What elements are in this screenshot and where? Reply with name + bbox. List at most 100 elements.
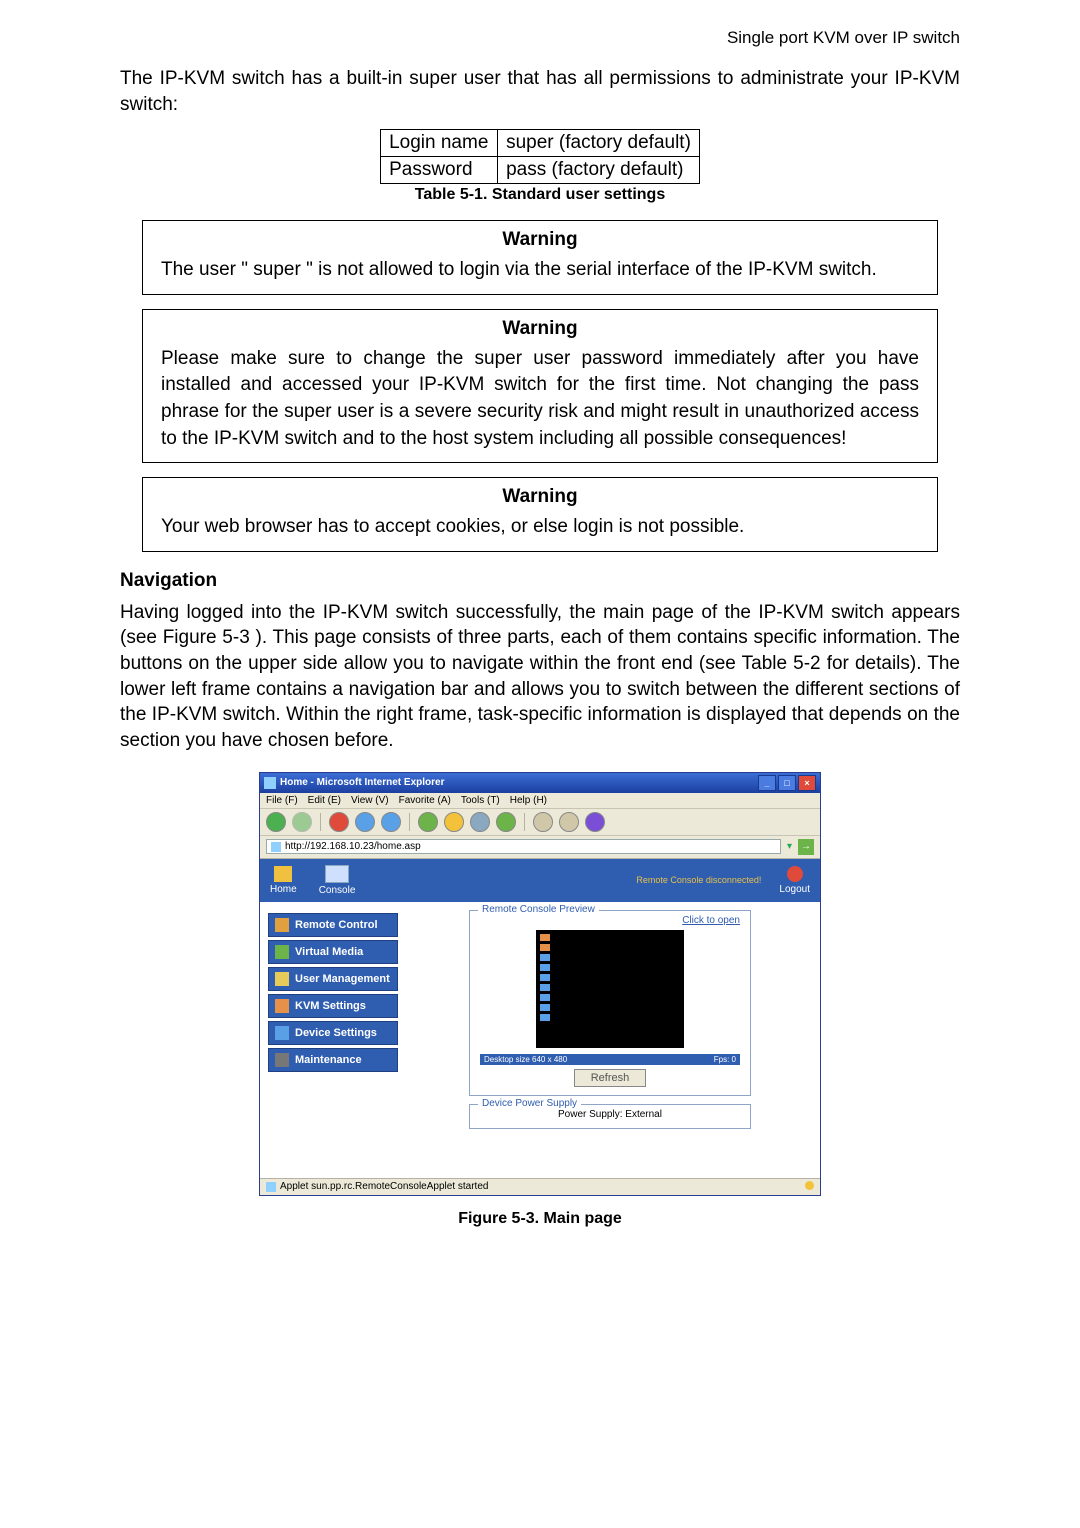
- ie-addressbar: http://192.168.10.23/home.asp ▾ →: [260, 836, 820, 859]
- sidebar-item-kvm-settings[interactable]: KVM Settings: [268, 994, 398, 1018]
- navigation-heading: Navigation: [120, 570, 960, 592]
- ie-titlebar: Home - Microsoft Internet Explorer _ □ ×: [260, 773, 820, 793]
- panel-title: Remote Console Preview: [478, 904, 599, 915]
- topbar-home-label: Home: [270, 884, 297, 895]
- panel-title: Device Power Supply: [478, 1098, 581, 1109]
- sidebar-item-virtual-media[interactable]: Virtual Media: [268, 940, 398, 964]
- sidebar-item-remote-control[interactable]: Remote Control: [268, 913, 398, 937]
- warning-box-1: Warning The user " super " is not allowe…: [142, 220, 938, 295]
- figure-caption: Figure 5-3. Main page: [120, 1210, 960, 1228]
- sidebar-item-label: Device Settings: [295, 1027, 377, 1039]
- warning-body: The user " super " is not allowed to log…: [161, 257, 919, 284]
- internet-zone-icon: [805, 1181, 814, 1190]
- print-icon[interactable]: [533, 812, 553, 832]
- home-icon: [274, 866, 292, 882]
- close-button[interactable]: ×: [798, 775, 816, 791]
- warning-title: Warning: [161, 486, 919, 508]
- console-icon: [325, 865, 349, 883]
- device-icon: [275, 1026, 289, 1040]
- intro-paragraph: The IP-KVM switch has a built-in super u…: [120, 66, 960, 117]
- console-preview[interactable]: [536, 930, 684, 1048]
- topbar-home[interactable]: Home: [270, 866, 297, 895]
- mail-icon[interactable]: [559, 812, 579, 832]
- menu-favorite[interactable]: Favorite (A): [399, 795, 451, 806]
- sidebar-item-label: Maintenance: [295, 1054, 362, 1066]
- sidebar-item-maintenance[interactable]: Maintenance: [268, 1048, 398, 1072]
- applet-icon: [266, 1182, 276, 1192]
- app-topbar: Home Console Remote Console disconnected…: [260, 859, 820, 902]
- history-icon[interactable]: [470, 812, 490, 832]
- preview-fps-text: Fps: 0: [714, 1055, 736, 1064]
- statusbar-text: Applet sun.pp.rc.RemoteConsoleApplet sta…: [280, 1181, 488, 1192]
- page-header: Single port KVM over IP switch: [120, 28, 960, 48]
- credential-key: Login name: [381, 130, 498, 157]
- maximize-button[interactable]: □: [778, 775, 796, 791]
- credential-key: Password: [381, 157, 498, 184]
- menu-edit[interactable]: Edit (E): [308, 795, 341, 806]
- wrench-icon: [275, 1053, 289, 1067]
- navigation-paragraph: Having logged into the IP-KVM switch suc…: [120, 600, 960, 754]
- window-title: Home - Microsoft Internet Explorer: [280, 777, 444, 788]
- device-power-supply-panel: Device Power Supply Power Supply: Extern…: [469, 1104, 751, 1129]
- warning-title: Warning: [161, 318, 919, 340]
- sidebar-item-device-settings[interactable]: Device Settings: [268, 1021, 398, 1045]
- separator-icon: [524, 813, 525, 831]
- credential-value: super (factory default): [498, 130, 700, 157]
- users-icon: [275, 972, 289, 986]
- remote-console-status: Remote Console disconnected!: [636, 875, 761, 885]
- sidebar: Remote Control Virtual Media User Manage…: [268, 910, 398, 1170]
- menu-file[interactable]: File (F): [266, 795, 298, 806]
- stop-icon[interactable]: [329, 812, 349, 832]
- table-row: Login name super (factory default): [381, 130, 700, 157]
- menu-help[interactable]: Help (H): [510, 795, 547, 806]
- table-row: Password pass (factory default): [381, 157, 700, 184]
- home-icon[interactable]: [381, 812, 401, 832]
- table-caption: Table 5-1. Standard user settings: [120, 186, 960, 204]
- logout-icon: [787, 866, 803, 882]
- minimize-button[interactable]: _: [758, 775, 776, 791]
- menu-tools[interactable]: Tools (T): [461, 795, 500, 806]
- remote-console-preview-panel: Remote Console Preview Click to open Des…: [469, 910, 751, 1096]
- media-icon: [275, 945, 289, 959]
- search-icon[interactable]: [418, 812, 438, 832]
- sidebar-item-user-management[interactable]: User Management: [268, 967, 398, 991]
- go-button[interactable]: →: [798, 839, 814, 855]
- messenger-icon[interactable]: [585, 812, 605, 832]
- check-icon[interactable]: [496, 812, 516, 832]
- warning-box-3: Warning Your web browser has to accept c…: [142, 477, 938, 552]
- topbar-logout[interactable]: Logout: [779, 866, 810, 895]
- warning-box-2: Warning Please make sure to change the s…: [142, 309, 938, 463]
- go-dropdown-icon[interactable]: ▾: [787, 841, 792, 852]
- preview-size-text: Desktop size 640 x 480: [484, 1055, 567, 1064]
- app-content: Remote Control Virtual Media User Manage…: [260, 902, 820, 1178]
- topbar-console[interactable]: Console: [319, 865, 356, 896]
- back-icon[interactable]: [266, 812, 286, 832]
- favorites-icon[interactable]: [444, 812, 464, 832]
- refresh-button[interactable]: Refresh: [574, 1069, 647, 1087]
- menu-view[interactable]: View (V): [351, 795, 389, 806]
- forward-icon[interactable]: [292, 812, 312, 832]
- click-to-open-link[interactable]: Click to open: [480, 915, 740, 926]
- sidebar-item-label: Virtual Media: [295, 946, 363, 958]
- ie-toolbar: [260, 809, 820, 836]
- warning-body: Please make sure to change the super use…: [161, 346, 919, 452]
- topbar-console-label: Console: [319, 885, 356, 896]
- ie-app-icon: [264, 777, 276, 789]
- ie-menubar: File (F) Edit (E) View (V) Favorite (A) …: [260, 793, 820, 809]
- page-icon: [271, 842, 281, 852]
- address-url: http://192.168.10.23/home.asp: [285, 841, 421, 852]
- warning-body: Your web browser has to accept cookies, …: [161, 514, 919, 541]
- sidebar-item-label: Remote Control: [295, 919, 378, 931]
- globe-icon: [275, 918, 289, 932]
- address-input[interactable]: http://192.168.10.23/home.asp: [266, 839, 781, 854]
- sidebar-item-label: User Management: [295, 973, 390, 985]
- kvm-icon: [275, 999, 289, 1013]
- credentials-table: Login name super (factory default) Passw…: [380, 129, 700, 184]
- separator-icon: [409, 813, 410, 831]
- power-supply-text: Power Supply: External: [480, 1109, 740, 1120]
- separator-icon: [320, 813, 321, 831]
- refresh-icon[interactable]: [355, 812, 375, 832]
- preview-caption: Desktop size 640 x 480 Fps: 0: [480, 1054, 740, 1065]
- credential-value: pass (factory default): [498, 157, 700, 184]
- sidebar-item-label: KVM Settings: [295, 1000, 366, 1012]
